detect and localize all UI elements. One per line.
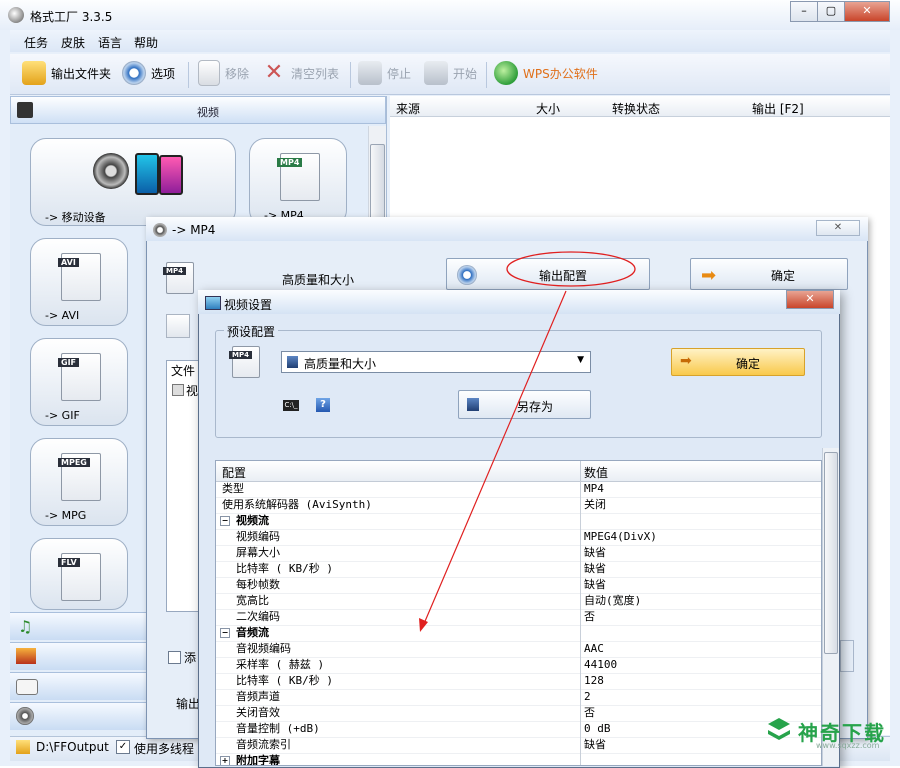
watermark-site: www.sqxzz.com (816, 741, 880, 750)
annotation-overlay (419, 251, 636, 632)
annotation-arrow-line (422, 290, 567, 627)
annotation-ellipse (506, 251, 636, 287)
watermark-logo-icon (766, 718, 792, 742)
annotation-arrowhead (419, 618, 428, 632)
